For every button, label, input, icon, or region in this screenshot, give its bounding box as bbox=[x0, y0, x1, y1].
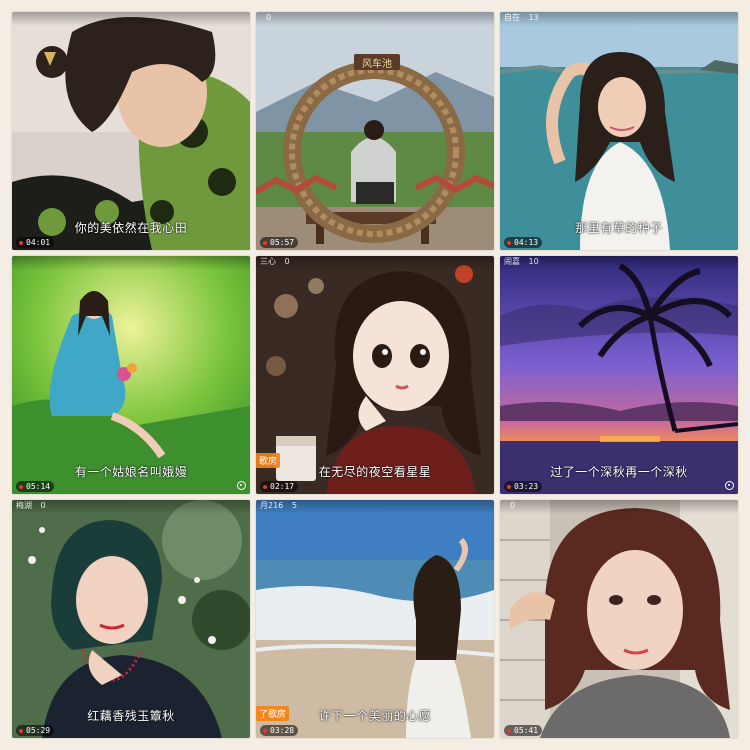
thumbnail-palm-sunset bbox=[500, 256, 738, 494]
tile-header: 0 bbox=[500, 500, 738, 514]
thumbnail-woman-seaside bbox=[500, 12, 738, 250]
tile-header: 自在 13 bbox=[500, 12, 738, 26]
video-tile-1[interactable]: 你的美依然在我心田 04:01 bbox=[12, 12, 250, 250]
tile-header: 0 bbox=[256, 12, 494, 26]
song-caption: 红藕香残玉簟秋 bbox=[87, 709, 175, 723]
viewer-count: 0 bbox=[510, 501, 516, 510]
song-caption: 有一个姑娘名叫娥嫚 bbox=[74, 465, 188, 479]
thumbnail-cartoon-girl bbox=[256, 256, 494, 494]
thumbnail-woman-blossoms bbox=[12, 500, 250, 738]
song-caption: 那里有草的种子 bbox=[575, 221, 663, 235]
video-tile-4[interactable]: 有一个姑娘名叫娥嫚 05:14 bbox=[12, 256, 250, 494]
video-grid: 你的美依然在我心田 04:01 风车池 0 05:57 自在 13 那里有草的种… bbox=[12, 12, 738, 738]
tile-header: 闹嘉 10 bbox=[500, 256, 738, 270]
viewer-count: 0 bbox=[284, 257, 290, 266]
viewer-count: 0 bbox=[266, 13, 272, 22]
duration-badge: 03:23 bbox=[504, 481, 543, 492]
channel-name: 三心 bbox=[260, 257, 276, 266]
viewer-count: 13 bbox=[528, 13, 539, 22]
video-tile-2[interactable]: 风车池 0 05:57 bbox=[256, 12, 494, 250]
thumbnail-twig-ring-viewpoint: 风车池 bbox=[256, 12, 494, 250]
thumbnail-woman-portrait-brick bbox=[500, 500, 738, 738]
duration-badge: 05:41 bbox=[504, 725, 543, 736]
duration-badge: 05:57 bbox=[260, 237, 299, 248]
video-tile-7[interactable]: 梅湖 0 红藕香残玉簟秋 05:29 bbox=[12, 500, 250, 738]
viewer-count: 5 bbox=[291, 501, 297, 510]
song-caption: 你的美依然在我心田 bbox=[74, 221, 188, 235]
duration-badge: 05:29 bbox=[16, 725, 55, 736]
duration-badge: 04:13 bbox=[504, 237, 543, 248]
duration-badge: 05:14 bbox=[16, 481, 55, 492]
video-tile-5[interactable]: 三心 0 歌房 在无尽的夜空看星星 02:17 bbox=[256, 256, 494, 494]
viewpoint-sign-text: 风车池 bbox=[362, 57, 392, 70]
tile-header: 梅湖 0 bbox=[12, 500, 250, 514]
channel-name: 梅湖 bbox=[16, 501, 32, 510]
viewer-count: 10 bbox=[528, 257, 539, 266]
duration-badge: 02:17 bbox=[260, 481, 299, 492]
video-tile-8[interactable]: 月216 5 了歌房 许下一个美丽的心愿 03:28 bbox=[256, 500, 494, 738]
duration-badge: 04:01 bbox=[16, 237, 55, 248]
tile-header: 月216 5 bbox=[256, 500, 494, 514]
duration-badge: 03:28 bbox=[260, 725, 299, 736]
viewer-count: 0 bbox=[40, 501, 46, 510]
location-icon[interactable] bbox=[237, 481, 246, 490]
song-caption: 许下一个美丽的心愿 bbox=[318, 709, 432, 723]
video-tile-3[interactable]: 自在 13 那里有草的种子 04:13 bbox=[500, 12, 738, 250]
song-caption: 在无尽的夜空看星星 bbox=[318, 465, 432, 479]
video-tile-6[interactable]: 闹嘉 10 过了一个深秋再一个深秋 03:23 bbox=[500, 256, 738, 494]
tile-header bbox=[12, 12, 250, 26]
video-tile-9[interactable]: 0 05:41 bbox=[500, 500, 738, 738]
tile-header bbox=[12, 256, 250, 270]
thumbnail-woman-green-sweater bbox=[12, 12, 250, 250]
thumbnail-woman-beach bbox=[256, 500, 494, 738]
channel-name: 月216 bbox=[260, 501, 284, 510]
location-icon[interactable] bbox=[725, 481, 734, 490]
channel-name: 闹嘉 bbox=[504, 257, 520, 266]
thumbnail-woman-green-meadow bbox=[12, 256, 250, 494]
channel-name: 自在 bbox=[504, 13, 520, 22]
song-caption: 过了一个深秋再一个深秋 bbox=[550, 465, 688, 479]
tile-header: 三心 0 bbox=[256, 256, 494, 270]
